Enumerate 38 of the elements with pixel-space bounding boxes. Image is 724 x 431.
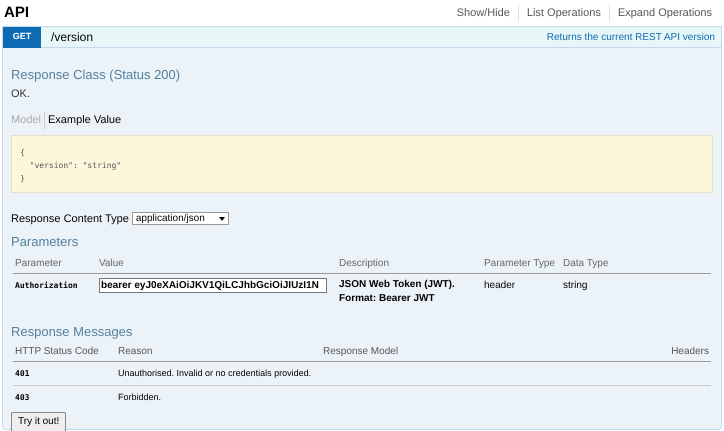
column-header: Description [339, 258, 390, 268]
table-cell: string [563, 280, 588, 290]
section-title: Parameters [11, 233, 80, 251]
status-code: 403 [15, 392, 30, 402]
endpoint-path[interactable]: /version [51, 28, 94, 46]
status-code: 401 [15, 369, 30, 378]
column-header: Response Model [323, 346, 398, 357]
section-title: Response Class (Status 200) [11, 66, 182, 84]
table-cell: header [484, 280, 516, 290]
column-header: Reason [118, 346, 152, 357]
value-field[interactable]: bearer eyJ0eXAiOiJKV1QiLCJhbGciOiJIUzI1N [99, 278, 327, 292]
model-tab[interactable]: Example Value [44, 112, 124, 128]
reason-text: Unauthorised. Invalid or no credentials provided. [118, 368, 312, 378]
column-header: Value [99, 258, 124, 268]
column-header: Headers [671, 346, 709, 357]
try-it-out-button[interactable]: Try it out! [11, 412, 66, 431]
api-heading: API [4, 2, 30, 23]
content-type-select[interactable]: application/json [132, 212, 229, 226]
header-link[interactable]: Show/Hide [448, 4, 518, 22]
column-header: Parameter [15, 258, 62, 268]
parameter-description: JSON Web Token (JWT). [339, 278, 455, 292]
column-header: HTTP Status Code [15, 346, 99, 357]
code-line: "version": "string" [28, 160, 122, 172]
header-link[interactable]: List Operations [518, 4, 609, 22]
caret-icon [218, 216, 225, 221]
parameter-description: Format: Bearer JWT [339, 292, 435, 306]
code-line: } [20, 172, 25, 184]
section-title: Response Messages [11, 322, 134, 341]
header-link[interactable]: Expand Operations [608, 4, 720, 22]
field-label: Response Content Type [11, 212, 129, 226]
column-header: Data Type [563, 258, 608, 268]
response-description: OK. [11, 86, 31, 102]
method-badge: GET [3, 26, 41, 48]
code-line: { [20, 146, 25, 158]
parameter-name: Authorization [15, 280, 78, 290]
reason-text: Forbidden. [118, 392, 162, 402]
column-header: Parameter Type [484, 258, 555, 268]
endpoint-summary: Returns the current REST API version [546, 30, 715, 44]
